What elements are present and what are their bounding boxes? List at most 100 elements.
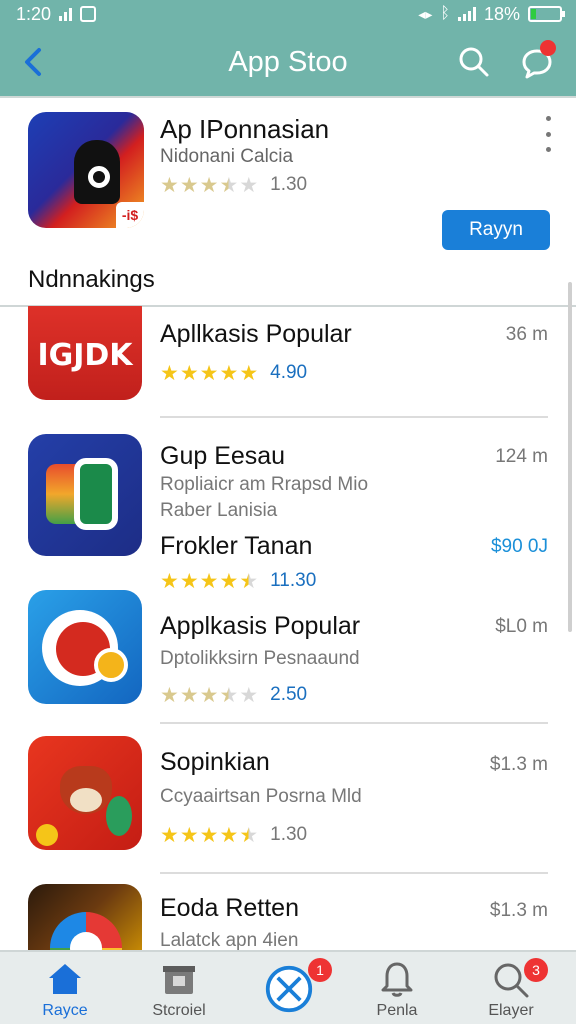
nav-label: Elayer	[488, 1002, 534, 1019]
star-icon: ★	[179, 173, 199, 197]
rating-value: 2.50	[270, 684, 308, 705]
app-icon: IGJDK	[28, 306, 142, 400]
rating-value: 4.90	[270, 362, 308, 383]
app-rating: ★ ★ ★ ★ ★ 4.90	[160, 362, 307, 384]
star-icon: ★	[239, 361, 259, 385]
icon-tag: -i$	[116, 202, 144, 228]
star-rating: ★ ★ ★ ★ ★	[160, 825, 258, 846]
app-rating: ★ ★ ★ ★ ★ 2.50	[160, 684, 307, 706]
app-rating: ★ ★ ★ ★ ★ 1.30	[160, 824, 307, 846]
star-icon: ★	[179, 823, 199, 847]
app-subtitle: Dptolikksirn Pesnaaund	[160, 648, 360, 669]
bottom-nav: Rayce Stcroiel 1 Penla 3 Elayer	[0, 950, 576, 1024]
star-icon: ★	[160, 823, 179, 847]
app-size: $L0 m	[495, 616, 548, 637]
featured-app-rating: ★ ★ ★ ★ ★ 1.30	[160, 174, 307, 196]
app-size: $1.3 m	[489, 754, 548, 775]
star-icon: ★	[160, 683, 179, 707]
row-divider	[160, 722, 548, 724]
more-options-button[interactable]	[538, 116, 558, 152]
star-icon: ★	[219, 823, 239, 847]
icon-shape	[74, 458, 118, 530]
app-size: 124 m	[495, 446, 548, 467]
chat-notification-dot	[540, 40, 556, 56]
bluetooth-icon: ᛒ	[440, 5, 450, 22]
battery-fill	[531, 9, 537, 19]
notification-badge: 3	[524, 958, 548, 982]
icon-shape	[106, 796, 132, 836]
app-icon	[28, 590, 142, 704]
icon-shape	[70, 788, 102, 812]
list-item[interactable]: Applkasis Popular $L0 m Dptolikksirn Pes…	[0, 588, 576, 724]
icon-shape	[94, 648, 128, 682]
app-size: $1.3 m	[489, 900, 548, 921]
star-icon: ★	[199, 361, 219, 385]
list-item[interactable]: IGJDK Apllkasis Popular 36 m ★ ★ ★ ★ ★ 4.90	[0, 306, 576, 418]
chat-button[interactable]	[520, 40, 556, 80]
eye-shape	[88, 166, 110, 188]
search-icon	[459, 47, 489, 77]
close-circle-icon	[265, 965, 313, 1013]
list-item[interactable]: Gup Eesau 124 m Ropliaicr am Rrapsd Mio …	[0, 418, 576, 592]
app-subtitle: Ropliaicr am Rrapsd Mio	[160, 474, 369, 495]
app-subtitle: Ccyaairtsan Posrna Mld	[160, 786, 362, 807]
section-title: Ndnnakings	[28, 266, 155, 293]
app-name: Sopinkian	[160, 748, 270, 776]
signal-icon	[59, 7, 73, 21]
nav-item-store[interactable]: Stcroiel	[124, 952, 234, 1024]
app-name: Apllkasis Popular	[160, 320, 352, 348]
app-name: Applkasis Popular	[160, 612, 361, 640]
app-name: Gup Eesau	[160, 442, 286, 470]
app-icon-text: IGJDK	[37, 338, 133, 373]
scrollbar[interactable]	[568, 282, 572, 632]
notification-icon	[80, 6, 97, 22]
nav-item-search[interactable]: 3 Elayer	[456, 952, 566, 1024]
app-icon	[28, 736, 142, 850]
app-list[interactable]: IGJDK Apllkasis Popular 36 m ★ ★ ★ ★ ★ 4.90 …	[0, 306, 576, 950]
star-icon: ★	[239, 823, 259, 847]
star-icon: ★	[219, 683, 239, 707]
nav-label: Penla	[376, 1002, 418, 1019]
featured-app-icon: -i$	[28, 112, 144, 228]
nav-item-notifications[interactable]: Penla	[342, 952, 452, 1024]
star-rating: ★ ★ ★ ★ ★	[160, 175, 258, 196]
more-dot	[545, 147, 551, 152]
featured-app-name: Ap IPonnasian	[160, 114, 330, 144]
app-icon	[28, 434, 142, 556]
star-icon: ★	[160, 361, 179, 385]
search-button[interactable]	[458, 46, 490, 78]
nav-item-home[interactable]: Rayce	[10, 952, 120, 1024]
app-name: Frokler Tanan	[160, 532, 313, 560]
rating-value: 1.30	[270, 174, 308, 195]
app-subtitle: Raber Lanisia	[160, 500, 278, 521]
battery-percent: 18%	[483, 3, 520, 24]
list-item[interactable]: Sopinkian $1.3 m Ccyaairtsan Posrna Mld …	[0, 726, 576, 874]
app-header: App Stoo	[0, 28, 576, 98]
featured-app-developer: Nidonani Calcia	[160, 146, 294, 167]
notification-badge: 1	[308, 958, 332, 982]
star-icon: ★	[239, 173, 259, 197]
star-rating: ★ ★ ★ ★ ★	[160, 685, 258, 706]
more-dot	[545, 131, 551, 137]
star-icon: ★	[219, 361, 239, 385]
app-size: 36 m	[505, 324, 548, 345]
more-dot	[545, 116, 551, 121]
featured-action-button[interactable]: Rayyn	[442, 210, 550, 250]
nav-label: Rayce	[42, 1002, 88, 1019]
star-icon: ★	[199, 823, 219, 847]
store-icon	[163, 966, 195, 994]
featured-app[interactable]: -i$ Ap IPonnasian Nidonani Calcia ★ ★ ★ ★ ★ …	[0, 100, 576, 260]
bell-icon	[381, 962, 413, 997]
home-icon	[49, 964, 81, 994]
star-icon: ★	[179, 361, 199, 385]
list-item[interactable]: Eoda Retten $1.3 m Lalatck apn 4ien	[0, 874, 576, 950]
nav-item-center[interactable]: 1	[234, 952, 344, 1024]
vibrate-icon: ◂▸	[418, 5, 433, 22]
star-icon: ★	[160, 173, 179, 197]
app-name: Eoda Retten	[160, 894, 299, 922]
app-subtitle: Lalatck apn 4ien	[160, 930, 299, 950]
star-icon: ★	[199, 173, 219, 197]
star-rating: ★ ★ ★ ★ ★	[160, 363, 258, 384]
star-icon: ★	[219, 173, 239, 197]
icon-shape	[36, 824, 58, 846]
